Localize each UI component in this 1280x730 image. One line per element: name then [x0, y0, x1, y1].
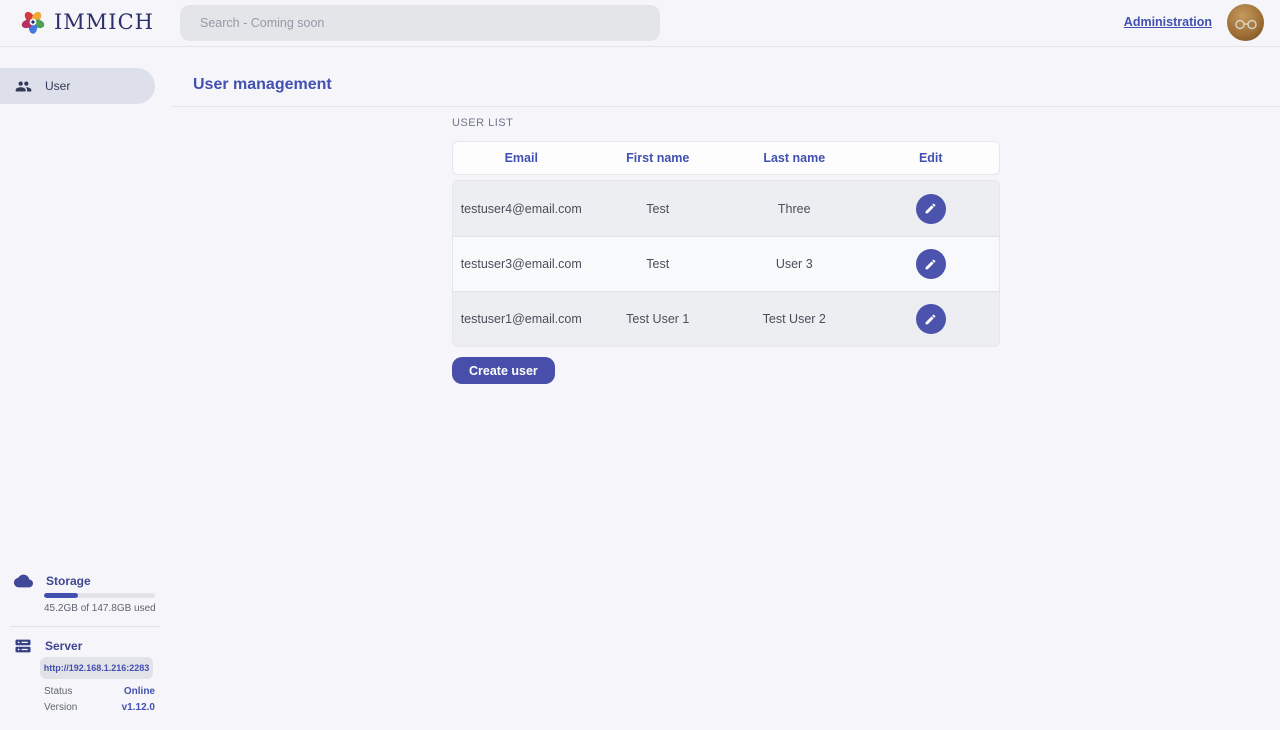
server-status-row: Status Online [44, 685, 155, 697]
users-icon [15, 78, 32, 95]
sidebar-item-user[interactable]: User [0, 68, 155, 104]
server-url-badge: http://192.168.1.216:2283 [40, 657, 153, 679]
user-list-label: USER LIST [452, 117, 513, 129]
create-user-button[interactable]: Create user [452, 357, 555, 384]
column-header-edit: Edit [863, 151, 1000, 165]
server-section-header: Server [14, 637, 82, 655]
user-first-name: Test [590, 257, 727, 271]
user-avatar[interactable] [1227, 4, 1264, 41]
storage-section-header: Storage [14, 574, 91, 588]
user-first-name: Test [590, 202, 727, 216]
server-version-row: Version v1.12.0 [44, 701, 155, 713]
search-input[interactable] [180, 5, 660, 41]
column-header-first-name: First name [590, 151, 727, 165]
edit-user-button[interactable] [916, 304, 946, 334]
user-first-name: Test User 1 [590, 312, 727, 326]
status-value: Online [124, 686, 155, 697]
server-title: Server [45, 639, 82, 653]
edit-user-button[interactable] [916, 194, 946, 224]
user-email: testuser4@email.com [453, 202, 590, 216]
version-value: v1.12.0 [122, 702, 155, 713]
column-header-email: Email [453, 151, 590, 165]
top-bar: IMMICH Administration [0, 0, 1280, 47]
content-divider [171, 106, 1280, 107]
user-table-header: Email First name Last name Edit [452, 141, 1000, 175]
storage-progress-fill [44, 593, 78, 598]
storage-progress-bar [44, 593, 155, 598]
pencil-icon [924, 258, 937, 271]
user-last-name: Three [726, 202, 863, 216]
user-email: testuser1@email.com [453, 312, 590, 326]
edit-user-button[interactable] [916, 249, 946, 279]
app-title: IMMICH [54, 10, 154, 34]
page-title: User management [193, 76, 332, 94]
version-label: Version [44, 702, 77, 713]
table-row: testuser1@email.com Test User 1 Test Use… [453, 291, 999, 346]
user-last-name: User 3 [726, 257, 863, 271]
administration-link[interactable]: Administration [1124, 15, 1212, 29]
table-row: testuser3@email.com Test User 3 [453, 236, 999, 291]
sidebar-item-label: User [45, 79, 70, 93]
column-header-last-name: Last name [726, 151, 863, 165]
user-email: testuser3@email.com [453, 257, 590, 271]
pencil-icon [924, 313, 937, 326]
storage-title: Storage [46, 574, 91, 588]
pencil-icon [924, 202, 937, 215]
cloud-icon [14, 574, 33, 588]
user-last-name: Test User 2 [726, 312, 863, 326]
glasses-icon [1234, 19, 1258, 30]
immich-logo[interactable]: IMMICH [20, 9, 154, 35]
sidebar-divider [10, 626, 160, 627]
server-icon [14, 637, 32, 655]
immich-flower-icon [20, 9, 46, 35]
storage-usage-text: 45.2GB of 147.8GB used [44, 603, 156, 614]
table-row: testuser4@email.com Test Three [453, 181, 999, 236]
user-table: testuser4@email.com Test Three testuser3… [452, 180, 1000, 347]
status-label: Status [44, 686, 72, 697]
